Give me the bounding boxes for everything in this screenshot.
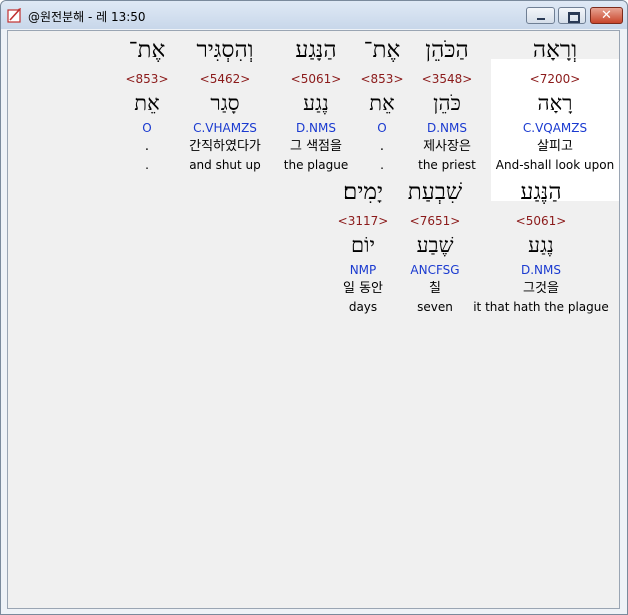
english-gloss: . xyxy=(380,158,384,172)
english-gloss: . xyxy=(145,158,149,172)
korean-gloss: . xyxy=(144,139,150,154)
korean-gloss: 그 색점을 xyxy=(290,139,342,154)
close-icon: ✕ xyxy=(601,8,612,23)
word-card[interactable]: הַכֹּהֵן <3548> כֹּהֵן D.NMS 제사장은 the pr… xyxy=(412,39,482,179)
window-title: @원전분해 - 레 13:50 xyxy=(28,10,146,24)
english-gloss: and shut up xyxy=(189,158,261,172)
word-card[interactable]: וְהִסְגִּיר <5462> סָגַר C.VHAMZS 간직하였다가… xyxy=(175,39,275,179)
english-gloss: seven xyxy=(417,300,453,314)
korean-gloss: 살피고 xyxy=(537,139,573,154)
hebrew-lemma: רָאָה xyxy=(537,91,573,115)
english-gloss: the priest xyxy=(418,158,476,172)
english-gloss: it that hath the plague xyxy=(473,300,609,314)
hebrew-lemma: אֵת xyxy=(134,91,160,115)
korean-gloss: 칠 xyxy=(429,281,441,296)
word-card[interactable]: וְרָאָה <7200> רָאָה C.VQAMZS 살피고 And-sh… xyxy=(491,39,619,179)
close-button[interactable]: ✕ xyxy=(590,7,623,24)
hebrew-word: אֶת־ xyxy=(363,37,401,63)
parsing-code: O xyxy=(377,121,387,135)
word-card[interactable]: אֶת־ <853> אֵת O . . xyxy=(357,39,407,179)
hebrew-word: הַנֶּגַע xyxy=(520,179,562,205)
strong-number[interactable]: <3548> xyxy=(412,73,482,85)
korean-gloss: 간직하였다가 xyxy=(189,139,261,154)
app-window: @원전분해 - 레 13:50 ✕ וְרָאָה <7200> רָאָה C… xyxy=(0,0,628,615)
word-card[interactable]: הַנָּגַע <5061> נֶגַע D.NMS 그 색점을 the pl… xyxy=(276,39,356,179)
hebrew-lemma: נֶגַע xyxy=(528,233,554,257)
hebrew-lemma: נֶגַע xyxy=(303,91,329,115)
parsing-code: D.NMS xyxy=(295,121,336,135)
maximize-button[interactable] xyxy=(558,7,586,24)
word-card[interactable]: יָמִים׃ <3117> יוֹם NMP 일 동안 days xyxy=(328,181,398,321)
hebrew-word: שִׁבְעַת xyxy=(407,179,463,205)
strong-number[interactable]: <3117> xyxy=(328,215,398,227)
strong-number[interactable]: <853> xyxy=(122,73,172,85)
hebrew-word: וְרָאָה xyxy=(532,37,578,63)
hebrew-word: וְהִסְגִּיר xyxy=(196,37,254,63)
parsing-code: NMP xyxy=(349,263,377,277)
app-icon xyxy=(7,8,21,23)
strong-number[interactable]: <5462> xyxy=(175,73,275,85)
korean-gloss: 일 동안 xyxy=(342,281,383,296)
word-card[interactable]: אֶת־ <853> אֵת O . . xyxy=(122,39,172,179)
strong-number[interactable]: <5061> xyxy=(276,73,356,85)
korean-gloss: 그것을 xyxy=(523,281,559,296)
strong-number[interactable]: <853> xyxy=(357,73,407,85)
strong-number[interactable]: <7651> xyxy=(400,215,470,227)
english-gloss: the plague xyxy=(283,158,349,172)
strong-number[interactable]: <5061> xyxy=(471,215,611,227)
title-bar[interactable]: @원전분해 - 레 13:50 ✕ xyxy=(1,1,627,29)
parsing-code: O xyxy=(142,121,152,135)
hebrew-word: הַכֹּהֵן xyxy=(425,37,469,63)
parsing-code: C.VQAMZS xyxy=(522,121,588,135)
korean-gloss: . xyxy=(379,139,385,154)
word-card[interactable]: שִׁבְעַת <7651> שֶׁבַע ANCFSG 칠 seven xyxy=(400,181,470,321)
word-card[interactable]: הַנֶּגַע <5061> נֶגַע D.NMS 그것을 it that … xyxy=(471,181,611,321)
korean-gloss: 제사장은 xyxy=(423,139,471,154)
hebrew-word: אֶת־ xyxy=(128,37,166,63)
parsing-code: D.NMS xyxy=(426,121,467,135)
parsing-code: D.NMS xyxy=(520,263,561,277)
english-gloss: days xyxy=(348,300,378,314)
parsing-code: ANCFSG xyxy=(410,263,460,277)
hebrew-lemma: שֶׁבַע xyxy=(416,233,454,257)
hebrew-word: הַנָּגַע xyxy=(295,37,337,63)
hebrew-lemma: אֵת xyxy=(369,91,395,115)
hebrew-lemma: יוֹם xyxy=(351,233,375,257)
english-gloss: And-shall look upon xyxy=(495,158,615,172)
hebrew-lemma: כֹּהֵן xyxy=(433,91,461,115)
minimize-button[interactable] xyxy=(526,7,555,24)
verse-analysis-panel: וְרָאָה <7200> רָאָה C.VQAMZS 살피고 And-sh… xyxy=(7,30,620,609)
hebrew-word: יָמִים׃ xyxy=(342,179,384,205)
parsing-code: C.VHAMZS xyxy=(193,121,257,135)
strong-number[interactable]: <7200> xyxy=(491,73,619,85)
hebrew-lemma: סָגַר xyxy=(210,91,240,115)
